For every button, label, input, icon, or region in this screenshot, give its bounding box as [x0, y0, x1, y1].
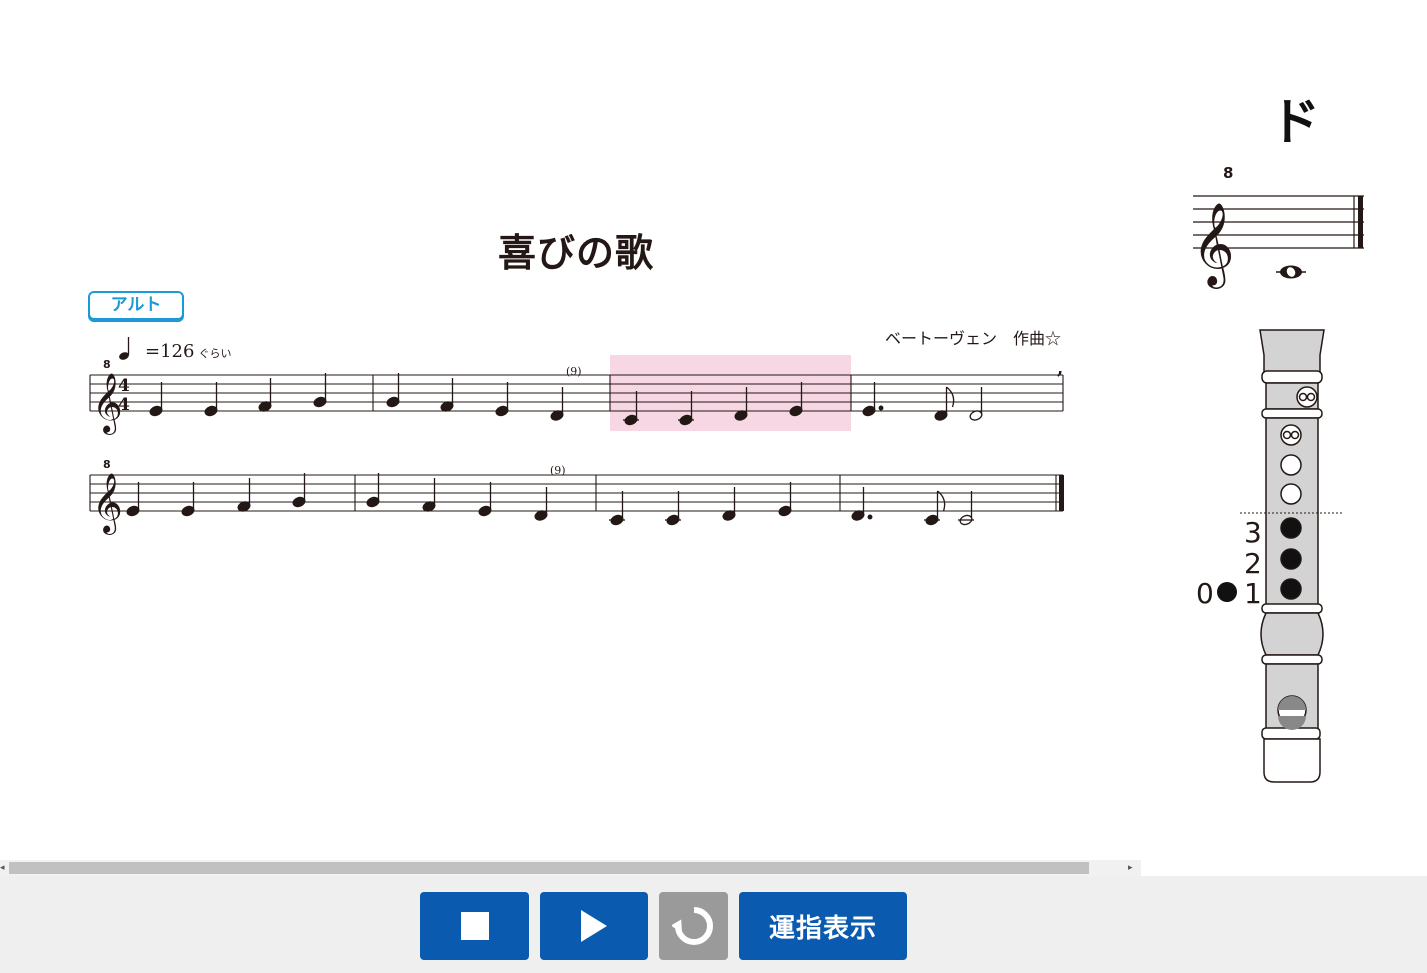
song-title: 喜びの歌	[498, 231, 655, 275]
replay-icon	[671, 907, 713, 945]
composer-credit: ベートーヴェン 作曲☆	[885, 329, 1062, 348]
score-staff-graphic: 𝄞 𝄞 8 8 4 4 (9) (9) ,	[89, 337, 1064, 535]
part-badge: アルト	[88, 291, 184, 320]
current-note-name: ド	[1270, 93, 1320, 151]
treble-clef-icon: 𝄞	[92, 473, 123, 535]
stop-button[interactable]	[420, 892, 529, 960]
breath-mark: (9)	[550, 464, 566, 477]
scroll-right-icon[interactable]: ▸	[1128, 862, 1133, 874]
treble-clef-icon: 𝄞	[1192, 201, 1235, 289]
fingering-display-label: 運指表示	[768, 913, 877, 944]
fingering-display-button[interactable]: 運指表示	[739, 892, 907, 960]
scrollbar-thumb[interactable]	[9, 862, 1089, 874]
fingering-chart: 𝄞 8 3 2 1 0	[1192, 164, 1364, 783]
staff-2	[89, 474, 1064, 512]
scroll-left-icon[interactable]: ◂	[0, 862, 5, 874]
octave-marker: 8	[103, 458, 111, 471]
octave-marker: 8	[1223, 164, 1233, 182]
hole-label-0: 0	[1196, 577, 1214, 610]
hole-label-3: 3	[1244, 516, 1262, 549]
stop-icon	[460, 912, 489, 940]
replay-button[interactable]	[659, 892, 728, 960]
staff-2-notes	[126, 473, 974, 526]
hole-label-2: 2	[1244, 547, 1262, 580]
horizontal-scrollbar[interactable]: ◂ ▸	[0, 860, 1141, 876]
hole-label-1: 1	[1244, 577, 1262, 610]
staff-1-notes	[149, 373, 983, 426]
thumb-hole-icon	[1217, 582, 1237, 602]
score-area: 𝄞 𝄞 8 8 4 4 (9) (9) , 喜びの歌 アルト ベートーヴェン 作…	[0, 0, 1141, 858]
breath-comma-icon: ,	[1057, 358, 1063, 379]
play-icon	[581, 910, 607, 942]
tempo-marking: =126 ぐらい	[145, 341, 231, 362]
playback-toolbar: 運指表示	[0, 876, 1427, 973]
tempo-value: =126	[145, 341, 195, 362]
staff-1	[89, 374, 1064, 412]
tempo-suffix: ぐらい	[198, 347, 232, 360]
time-signature-bottom: 4	[118, 395, 130, 415]
breath-mark: (9)	[566, 365, 582, 378]
play-button[interactable]	[540, 892, 648, 960]
octave-marker: 8	[103, 358, 111, 371]
time-signature-top: 4	[118, 376, 130, 396]
